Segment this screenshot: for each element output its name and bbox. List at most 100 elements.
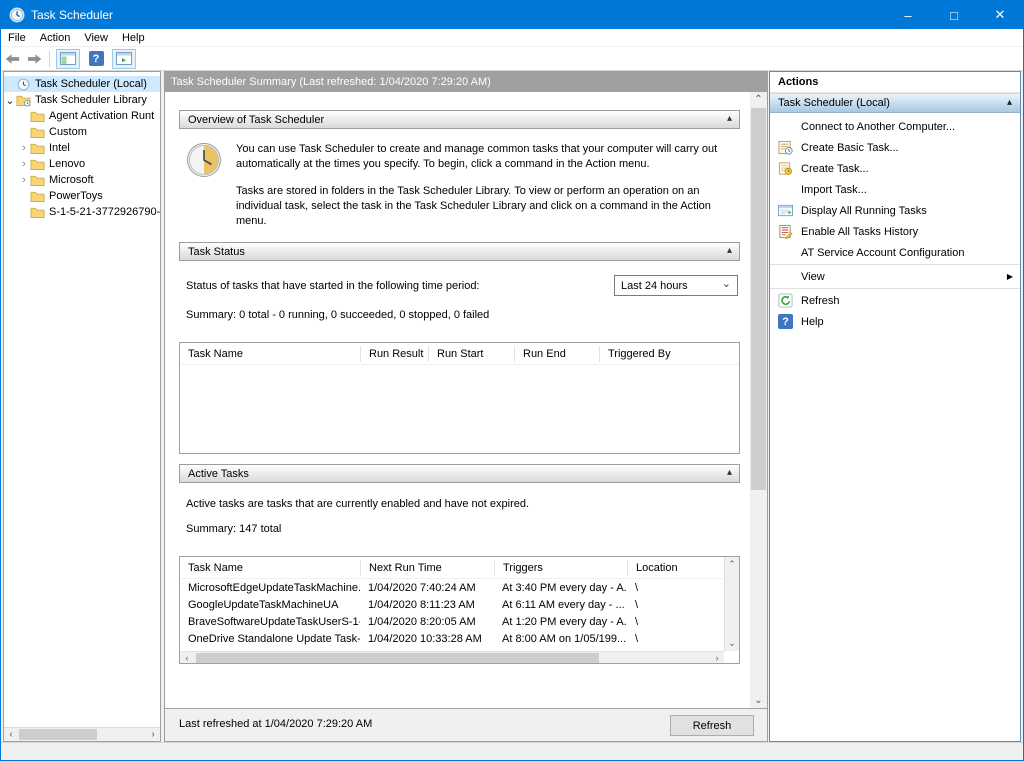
column-header[interactable]: Run Start xyxy=(428,346,514,362)
overview-section-header[interactable]: Overview of Task Scheduler ▴ xyxy=(179,110,740,129)
action-view[interactable]: View ▶ xyxy=(770,266,1020,287)
refresh-icon xyxy=(778,293,793,308)
active-tasks-table: Task Name Next Run Time Triggers Locatio… xyxy=(179,556,740,664)
scroll-left-icon[interactable]: ‹ xyxy=(180,652,194,663)
close-button[interactable]: ✕ xyxy=(977,1,1023,29)
active-tasks-vertical-scrollbar[interactable]: ⌃ ⌄ xyxy=(724,557,739,651)
column-header[interactable]: Location xyxy=(627,560,703,576)
tree-item-label: Custom xyxy=(49,126,87,138)
window-title: Task Scheduler xyxy=(31,8,113,22)
tree-collapsed-icon[interactable]: › xyxy=(18,174,30,186)
action-import-task[interactable]: Import Task... xyxy=(770,179,1020,200)
task-status-section: Task Status ▴ Status of tasks that have … xyxy=(179,242,740,454)
column-header[interactable]: Run Result xyxy=(360,346,428,362)
scroll-up-icon[interactable]: ⌃ xyxy=(725,557,739,572)
menu-view[interactable]: View xyxy=(77,32,115,44)
folder-icon xyxy=(30,126,45,139)
refresh-button[interactable]: Refresh xyxy=(670,715,754,736)
status-bar xyxy=(1,742,1023,760)
tree-horizontal-scrollbar[interactable]: ‹ › xyxy=(4,727,160,741)
scrollbar-thumb[interactable] xyxy=(196,653,599,663)
collapse-icon[interactable]: ▴ xyxy=(727,245,732,256)
column-header[interactable]: Task Name xyxy=(180,346,360,362)
last-refreshed-text: Last refreshed at 1/04/2020 7:29:20 AM xyxy=(179,718,372,730)
active-tasks-section-header[interactable]: Active Tasks ▴ xyxy=(179,464,740,483)
action-at-service-account-configuration[interactable]: AT Service Account Configuration xyxy=(770,242,1020,263)
maximize-button[interactable]: □ xyxy=(931,1,977,29)
menu-help[interactable]: Help xyxy=(115,32,152,44)
summary-pane: Task Scheduler Summary (Last refreshed: … xyxy=(164,71,768,742)
actions-group-label: Task Scheduler (Local) xyxy=(778,97,890,109)
action-enable-all-tasks-history[interactable]: Enable All Tasks History xyxy=(770,221,1020,242)
show-action-pane-icon[interactable] xyxy=(112,49,136,69)
folder-icon xyxy=(30,190,45,203)
column-header[interactable]: Triggers xyxy=(494,560,627,576)
table-row[interactable]: OneDrive Standalone Update Task-... 1/04… xyxy=(180,630,739,647)
table-row[interactable]: BraveSoftwareUpdateTaskUserS-1-... 1/04/… xyxy=(180,613,739,630)
task-status-table-header: Task Name Run Result Run Start Run End T… xyxy=(180,343,739,365)
scroll-up-icon[interactable]: ⌃ xyxy=(750,92,767,107)
collapse-icon[interactable]: ▴ xyxy=(727,113,732,124)
clock-icon xyxy=(16,78,31,91)
action-create-basic-task[interactable]: Create Basic Task... xyxy=(770,137,1020,158)
tree-item-sid[interactable]: S-1-5-21-3772926790- xyxy=(4,204,160,220)
column-header[interactable]: Triggered By xyxy=(599,346,699,362)
menu-file[interactable]: File xyxy=(1,32,33,44)
column-header[interactable]: Run End xyxy=(514,346,599,362)
tree-item-label: PowerToys xyxy=(49,190,103,202)
overview-paragraph-2: Tasks are stored in folders in the Task … xyxy=(236,184,718,229)
minimize-button[interactable]: – xyxy=(885,1,931,29)
active-tasks-table-header: Task Name Next Run Time Triggers Locatio… xyxy=(180,557,739,579)
back-icon[interactable] xyxy=(1,50,23,68)
tree-item-microsoft[interactable]: › Microsoft xyxy=(4,172,160,188)
task-scheduler-app-icon xyxy=(9,7,25,23)
tree-expanded-icon[interactable]: ⌄ xyxy=(4,94,16,107)
tree-collapsed-icon[interactable]: › xyxy=(18,158,30,170)
tree-item-powertoys[interactable]: PowerToys xyxy=(4,188,160,204)
folder-icon xyxy=(30,174,45,187)
library-folder-icon xyxy=(16,94,31,107)
folder-icon xyxy=(30,206,45,219)
forward-icon[interactable] xyxy=(23,50,45,68)
column-header[interactable]: Task Name xyxy=(180,560,360,576)
actions-pane-title: Actions xyxy=(770,72,1020,93)
show-console-tree-icon[interactable] xyxy=(56,49,80,69)
menu-action[interactable]: Action xyxy=(33,32,78,44)
tree-item-task-scheduler-local[interactable]: Task Scheduler (Local) xyxy=(4,76,160,92)
active-tasks-description: Active tasks are tasks that are currentl… xyxy=(186,498,740,510)
actions-group-header[interactable]: Task Scheduler (Local) ▴ xyxy=(770,93,1020,113)
task-status-table: Task Name Run Result Run Start Run End T… xyxy=(179,342,740,454)
action-connect-to-another-computer[interactable]: Connect to Another Computer... xyxy=(770,116,1020,137)
create-task-icon xyxy=(778,161,793,176)
separator xyxy=(770,264,1020,265)
scroll-right-icon[interactable]: › xyxy=(710,652,724,663)
scroll-down-icon[interactable]: ⌄ xyxy=(750,693,767,708)
action-create-task[interactable]: Create Task... xyxy=(770,158,1020,179)
tree-item-label: S-1-5-21-3772926790- xyxy=(49,206,160,218)
scrollbar-thumb[interactable] xyxy=(19,729,97,740)
tree-item-library[interactable]: ⌄ Task Scheduler Library xyxy=(4,92,160,108)
action-help[interactable]: ? Help xyxy=(770,311,1020,332)
table-row[interactable]: MicrosoftEdgeUpdateTaskMachine... 1/04/2… xyxy=(180,579,739,596)
scrollbar-thumb[interactable] xyxy=(751,108,766,490)
scroll-down-icon[interactable]: ⌄ xyxy=(725,636,739,651)
tree-collapsed-icon[interactable]: › xyxy=(18,142,30,154)
table-row[interactable]: GoogleUpdateTaskMachineUA 1/04/2020 8:11… xyxy=(180,596,739,613)
collapse-icon[interactable]: ▴ xyxy=(727,467,732,478)
time-period-dropdown[interactable]: Last 24 hours ⌄ xyxy=(614,275,738,296)
collapse-icon[interactable]: ▴ xyxy=(1007,97,1012,108)
summary-vertical-scrollbar[interactable]: ⌃ ⌄ xyxy=(750,92,767,708)
task-status-section-header[interactable]: Task Status ▴ xyxy=(179,242,740,261)
menu-bar: File Action View Help xyxy=(1,29,1023,47)
action-display-all-running-tasks[interactable]: Display All Running Tasks xyxy=(770,200,1020,221)
tree-item-intel[interactable]: › Intel xyxy=(4,140,160,156)
column-header[interactable]: Next Run Time xyxy=(360,560,494,576)
action-refresh[interactable]: Refresh xyxy=(770,290,1020,311)
tree-item-agent-activation[interactable]: Agent Activation Runt xyxy=(4,108,160,124)
scroll-left-icon[interactable]: ‹ xyxy=(4,728,18,741)
active-tasks-horizontal-scrollbar[interactable]: ‹ › xyxy=(180,651,724,663)
help-icon[interactable]: ? xyxy=(84,49,108,69)
scroll-right-icon[interactable]: › xyxy=(146,728,160,741)
tree-item-lenovo[interactable]: › Lenovo xyxy=(4,156,160,172)
tree-item-custom[interactable]: Custom xyxy=(4,124,160,140)
